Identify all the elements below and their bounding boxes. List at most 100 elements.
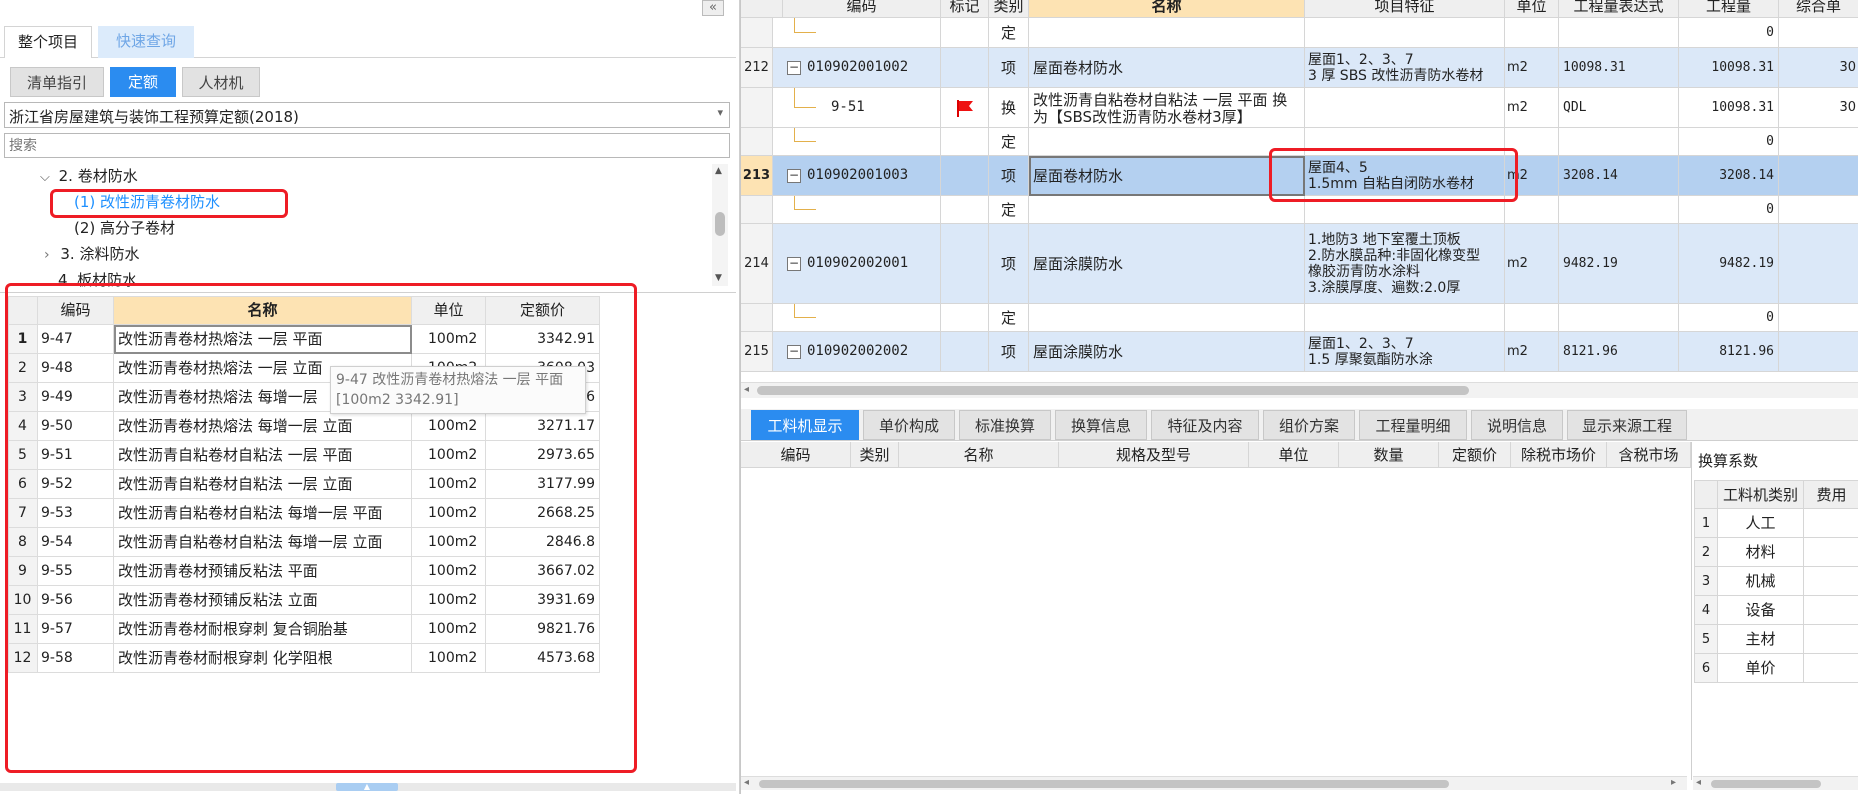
- tab-quick-query[interactable]: 快速查询: [98, 26, 194, 58]
- scroll-down-icon[interactable]: ▼: [715, 273, 722, 283]
- name-cell[interactable]: 屋面卷材防水: [1029, 156, 1305, 196]
- tree-node-polymer[interactable]: (2) 高分子卷材: [74, 217, 175, 238]
- tree-node-roll-membrane[interactable]: ⌵ 2. 卷材防水: [40, 165, 138, 186]
- quantity-cell: 10098.31: [1679, 88, 1779, 128]
- splitter-handle[interactable]: ▲: [336, 783, 398, 791]
- collapse-panel-button[interactable]: «: [702, 0, 724, 16]
- tab-labor-material-machine[interactable]: 人材机: [182, 67, 260, 97]
- collapse-minus-icon[interactable]: −: [787, 257, 801, 271]
- tree-node-modified-asphalt[interactable]: (1) 改性沥青卷材防水: [74, 191, 220, 212]
- feature-cell[interactable]: [1305, 18, 1505, 48]
- expression-cell[interactable]: QDL: [1559, 88, 1679, 128]
- feature-cell[interactable]: 1.地防3 地下室覆土顶板 2.防水膜品种:非固化橡变型 橡胶沥青防水涂料 3.…: [1305, 224, 1505, 304]
- tab-labor-material-machine[interactable]: 工料机显示: [751, 410, 859, 440]
- tree-node-board[interactable]: 4. 板材防水: [58, 269, 137, 288]
- tab-conversion-info[interactable]: 换算信息: [1055, 410, 1147, 440]
- table-row[interactable]: 6 9-52 改性沥青自粘卷材自粘法 一层 立面 100m2 3177.99: [8, 470, 600, 499]
- bill-item-row[interactable]: 212−010902001002 项屋面卷材防水 屋面1、2、3、7 3 厚 SBS…: [741, 48, 1858, 88]
- quota-sub-row[interactable]: 定0: [741, 304, 1858, 332]
- feature-cell[interactable]: [1305, 128, 1505, 156]
- quota-sub-row[interactable]: 9-51 换改性沥青自粘卷材自粘法 一层 平面 换为【SBS改性沥青防水卷材3厚】…: [741, 88, 1858, 128]
- detail-header-quota-price: 定额价: [1439, 442, 1511, 468]
- table-row[interactable]: 11 9-57 改性沥青卷材耐根穿刺 复合铜胎基 100m2 9821.76: [8, 615, 600, 644]
- expression-cell[interactable]: [1559, 304, 1679, 332]
- name-cell[interactable]: [1029, 18, 1305, 48]
- bill-grid-hscroll-thumb[interactable]: [757, 386, 1469, 395]
- tree-connector: [794, 196, 816, 210]
- table-row[interactable]: 9 9-55 改性沥青卷材预铺反粘法 平面 100m2 3667.02: [8, 557, 600, 586]
- name-cell[interactable]: [1029, 128, 1305, 156]
- scroll-right-icon[interactable]: ▸: [1671, 777, 1676, 788]
- row-number: [741, 304, 773, 332]
- tree-scroll-thumb[interactable]: [715, 212, 725, 236]
- table-row[interactable]: 5 9-51 改性沥青自粘卷材自粘法 一层 平面 100m2 2973.65: [8, 441, 600, 470]
- coef-hscroll-thumb[interactable]: [1711, 780, 1821, 788]
- name-cell[interactable]: 屋面涂膜防水: [1029, 224, 1305, 304]
- tab-whole-project[interactable]: 整个项目: [4, 26, 92, 58]
- feature-cell[interactable]: [1305, 196, 1505, 224]
- tab-quantity-detail[interactable]: 工程量明细: [1359, 410, 1467, 440]
- table-row[interactable]: 12 9-58 改性沥青卷材耐根穿刺 化学阻根 100m2 4573.68: [8, 644, 600, 673]
- tab-list-guide[interactable]: 清单指引: [10, 67, 104, 97]
- tab-unit-price-composition[interactable]: 单价构成: [863, 410, 955, 440]
- quota-code: 9-56: [38, 586, 114, 615]
- name-cell[interactable]: [1029, 196, 1305, 224]
- name-cell[interactable]: 改性沥青自粘卷材自粘法 一层 平面 换为【SBS改性沥青防水卷材3厚】: [1029, 88, 1305, 128]
- detail-hscroll-thumb[interactable]: [759, 780, 1449, 788]
- table-row[interactable]: 8 9-54 改性沥青自粘卷材自粘法 每增一层 立面 100m2 2846.8: [8, 528, 600, 557]
- expression-cell[interactable]: 9482.19: [1559, 224, 1679, 304]
- scroll-left-icon[interactable]: ◂: [1696, 777, 1701, 788]
- quota-sub-row[interactable]: 定0: [741, 18, 1858, 48]
- type-cell: 项: [989, 156, 1029, 196]
- expression-cell[interactable]: [1559, 128, 1679, 156]
- bill-grid-hscroll[interactable]: ◂: [741, 382, 1858, 398]
- name-cell[interactable]: [1029, 304, 1305, 332]
- feature-cell[interactable]: [1305, 88, 1505, 128]
- feature-cell[interactable]: 屋面4、5 1.5mm 自粘自闭防水卷材: [1305, 156, 1505, 196]
- row-number: 3: [8, 383, 38, 412]
- tree-node-coating[interactable]: › 3. 涂料防水: [44, 243, 139, 264]
- expression-cell[interactable]: [1559, 196, 1679, 224]
- name-cell[interactable]: 屋面涂膜防水: [1029, 332, 1305, 372]
- bottom-splitter[interactable]: ▲: [0, 783, 736, 791]
- tab-pricing-scheme[interactable]: 组价方案: [1263, 410, 1355, 440]
- feature-cell[interactable]: [1305, 304, 1505, 332]
- coef-hscroll[interactable]: ◂: [1693, 776, 1858, 790]
- name-cell[interactable]: 屋面卷材防水: [1029, 48, 1305, 88]
- tree-scrollbar[interactable]: ▲ ▼: [712, 164, 728, 286]
- tab-standard-conversion[interactable]: 标准换算: [959, 410, 1051, 440]
- scroll-left-icon[interactable]: ◂: [744, 384, 749, 395]
- scroll-left-icon[interactable]: ◂: [744, 777, 749, 788]
- search-input[interactable]: [4, 133, 730, 158]
- bill-item-row[interactable]: 213−010902001003 项屋面卷材防水 屋面4、5 1.5mm 自粘自闭防…: [741, 156, 1858, 196]
- tab-source-project[interactable]: 显示来源工程: [1567, 410, 1687, 440]
- quota-sub-row[interactable]: 定0: [741, 196, 1858, 224]
- table-row[interactable]: 4 9-50 改性沥青卷材热熔法 每增一层 立面 100m2 3271.17: [8, 412, 600, 441]
- tab-description[interactable]: 说明信息: [1471, 410, 1563, 440]
- quota-sub-row[interactable]: 定0: [741, 128, 1858, 156]
- quota-library-select[interactable]: 浙江省房屋建筑与装饰工程预算定额(2018) ▾: [4, 102, 730, 128]
- table-row[interactable]: 7 9-53 改性沥青自粘卷材自粘法 每增一层 平面 100m2 2668.25: [8, 499, 600, 528]
- feature-cell[interactable]: 屋面1、2、3、7 3 厚 SBS 改性沥青防水卷材: [1305, 48, 1505, 88]
- row-number: 12: [8, 644, 38, 673]
- expression-cell[interactable]: [1559, 18, 1679, 48]
- table-row[interactable]: 1 9-47 改性沥青卷材热熔法 一层 平面 100m2 3342.91: [8, 325, 600, 354]
- collapse-minus-icon[interactable]: −: [787, 61, 801, 75]
- mark-cell: [941, 304, 989, 332]
- detail-hscroll[interactable]: ◂ ▸: [741, 776, 1687, 790]
- expression-cell[interactable]: 10098.31: [1559, 48, 1679, 88]
- collapse-minus-icon[interactable]: −: [787, 169, 801, 183]
- tab-features-content[interactable]: 特征及内容: [1151, 410, 1259, 440]
- expression-cell[interactable]: 3208.14: [1559, 156, 1679, 196]
- feature-cell[interactable]: 屋面1、2、3、7 1.5 厚聚氨酯防水涂: [1305, 332, 1505, 372]
- bill-item-row[interactable]: 215−010902002002 项屋面涂膜防水 屋面1、2、3、7 1.5 厚聚氨…: [741, 332, 1858, 372]
- collapse-minus-icon[interactable]: −: [787, 345, 801, 359]
- bill-code: 010902002001: [807, 255, 909, 271]
- header-mark: 标记: [941, 0, 989, 18]
- expression-cell[interactable]: 8121.96: [1559, 332, 1679, 372]
- tree-connector: [794, 304, 816, 318]
- bill-item-row[interactable]: 214−010902002001 项屋面涂膜防水 1.地防3 地下室覆土顶板 2.防…: [741, 224, 1858, 304]
- table-row[interactable]: 10 9-56 改性沥青卷材预铺反粘法 立面 100m2 3931.69: [8, 586, 600, 615]
- scroll-up-icon[interactable]: ▲: [715, 166, 722, 176]
- tab-quota[interactable]: 定额: [110, 67, 176, 97]
